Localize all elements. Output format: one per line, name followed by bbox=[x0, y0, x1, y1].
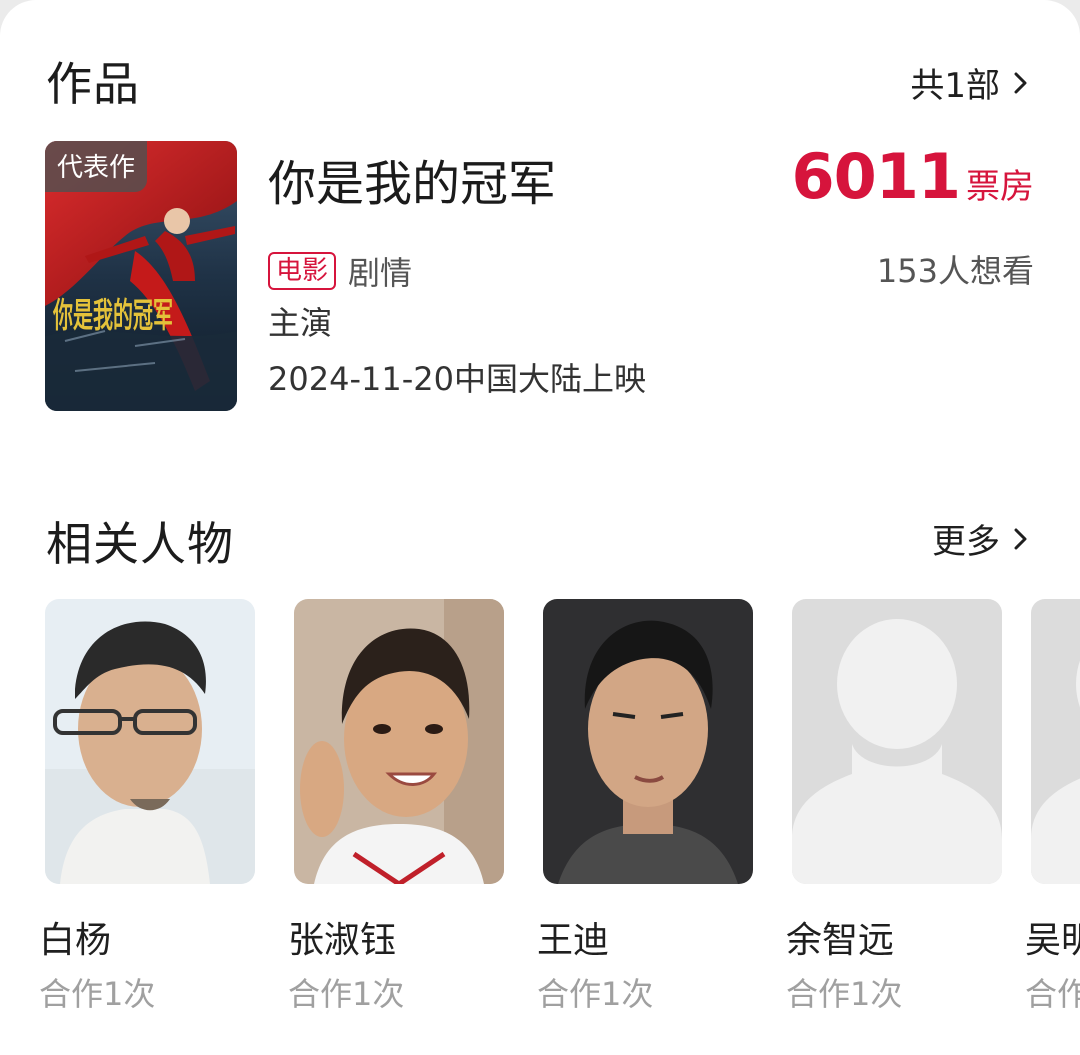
person-photo bbox=[45, 599, 255, 884]
chevron-right-icon bbox=[1014, 528, 1027, 549]
person-card[interactable]: 王迪 合作1次 bbox=[537, 599, 753, 1013]
person-card[interactable]: 余智远 合作1次 bbox=[786, 599, 1002, 1013]
want-to-see-count: 153人想看 bbox=[876, 252, 1034, 290]
box-office: 6011 票房 bbox=[791, 140, 1034, 213]
works-count-label: 共1部 bbox=[910, 66, 1000, 106]
works-section-title: 作品 bbox=[46, 57, 140, 111]
person-name: 吴明 bbox=[1025, 920, 1080, 961]
poster-title-text: 你是我的冠军 bbox=[52, 296, 173, 336]
profile-card: 作品 共1部 你是我的冠军 代表作 你是我的冠军 6011 票房 电影 剧情 1… bbox=[0, 0, 1080, 1055]
movie-poster[interactable]: 你是我的冠军 代表作 bbox=[45, 141, 237, 411]
collaboration-count: 合作1次 bbox=[288, 975, 405, 1013]
person-name: 白杨 bbox=[39, 920, 112, 961]
related-more-label: 更多 bbox=[932, 522, 1000, 562]
avatar bbox=[1031, 599, 1080, 884]
collaboration-count: 合作 bbox=[1025, 975, 1080, 1013]
movie-title[interactable]: 你是我的冠军 bbox=[268, 144, 556, 214]
collaboration-count: 合作1次 bbox=[786, 975, 903, 1013]
person-name: 张淑钰 bbox=[288, 920, 397, 961]
related-more-link[interactable]: 更多 bbox=[932, 514, 1036, 563]
movie-meta-row: 电影 剧情 bbox=[268, 248, 412, 294]
movie-genre: 剧情 bbox=[348, 254, 413, 292]
person-card[interactable]: 吴明 合作 bbox=[1025, 599, 1080, 1013]
movie-release: 2024-11-20中国大陆上映 bbox=[268, 360, 646, 398]
person-photo bbox=[543, 599, 753, 884]
representative-work-badge: 代表作 bbox=[45, 141, 148, 192]
chevron-right-icon bbox=[1014, 72, 1027, 93]
person-card[interactable]: 白杨 合作1次 bbox=[39, 599, 255, 1013]
person-card[interactable]: 张淑钰 合作1次 bbox=[288, 599, 504, 1013]
collaboration-count: 合作1次 bbox=[39, 975, 156, 1013]
box-office-value: 6011 bbox=[791, 140, 961, 213]
default-avatar-icon bbox=[792, 599, 1002, 884]
avatar bbox=[792, 599, 1002, 884]
person-photo bbox=[294, 599, 504, 884]
avatar bbox=[45, 599, 255, 884]
person-name: 王迪 bbox=[537, 920, 610, 961]
works-count-link[interactable]: 共1部 bbox=[910, 58, 1036, 107]
box-office-unit: 票房 bbox=[966, 167, 1034, 207]
avatar bbox=[543, 599, 753, 884]
avatar bbox=[294, 599, 504, 884]
collaboration-count: 合作1次 bbox=[537, 975, 654, 1013]
default-avatar-icon bbox=[1031, 599, 1080, 884]
movie-type-tag: 电影 bbox=[268, 252, 337, 290]
related-section-title: 相关人物 bbox=[46, 517, 234, 571]
movie-role: 主演 bbox=[268, 304, 333, 342]
person-name: 余智远 bbox=[786, 920, 895, 961]
